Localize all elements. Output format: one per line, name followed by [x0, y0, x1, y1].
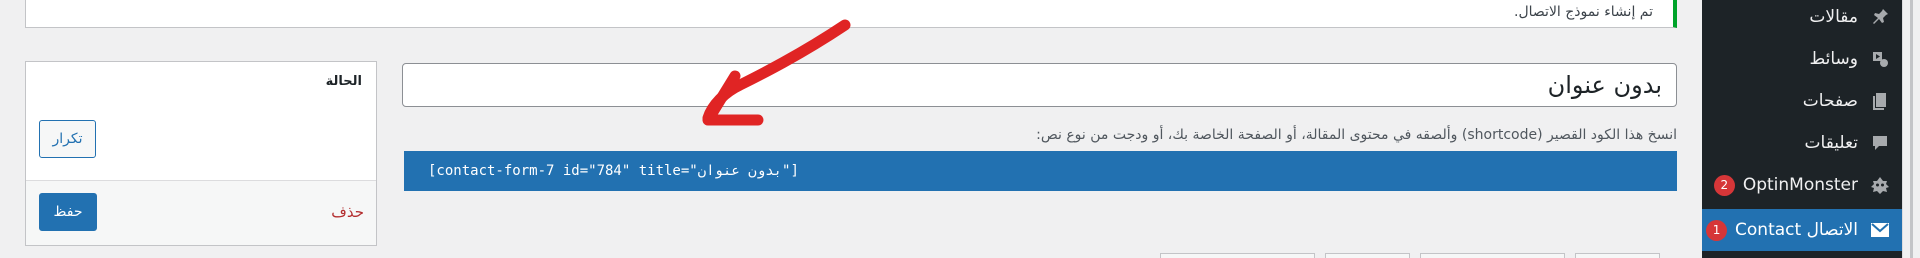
sidebar-item-pages[interactable]: صفحات: [1702, 80, 1902, 122]
sidebar-item-label: صفحات: [1802, 91, 1858, 111]
sidebar-item-contact[interactable]: الاتصال Contact 1: [1702, 209, 1902, 251]
comments-icon: [1858, 133, 1902, 153]
status-box-title: الحالة: [325, 74, 362, 89]
success-notice: تم إنشاء نموذج الاتصال.: [25, 0, 1677, 28]
sidebar-item-label: الاتصال Contact: [1735, 220, 1858, 240]
sidebar-item-media[interactable]: وسائط: [1702, 38, 1902, 80]
pages-icon: [1858, 91, 1902, 111]
sidebar-item-label: OptinMonster: [1742, 175, 1858, 195]
sidebar-item-posts[interactable]: مقالات: [1702, 0, 1902, 38]
shortcode-text: [contact-form-7 id="784" title="بدون عنو…: [428, 163, 799, 179]
notification-badge: 2: [1713, 174, 1735, 196]
shortcode-hint: انسخ هذا الكود القصير (shortcode) وألصقه…: [1036, 127, 1677, 143]
tab-stub[interactable]: [1420, 253, 1565, 258]
sidebar-item-label: مقالات: [1809, 7, 1858, 27]
status-box: الحالة تكرار حذف حفظ: [25, 61, 377, 246]
optinmonster-icon: [1858, 175, 1902, 195]
pin-icon: [1858, 7, 1902, 27]
status-actions: حذف حفظ: [26, 180, 376, 245]
tab-stub[interactable]: [1575, 253, 1660, 258]
mail-icon: [1858, 222, 1902, 238]
scrollbar-thumb[interactable]: [1910, 0, 1913, 258]
tab-stub[interactable]: [1325, 253, 1410, 258]
notice-text: تم إنشاء نموذج الاتصال.: [1514, 4, 1653, 20]
tab-stub[interactable]: [1160, 253, 1315, 258]
admin-sidebar: مقالات وسائط صفحات تعليقات OptinMonster: [1702, 0, 1902, 258]
sidebar-item-label: تعليقات: [1804, 133, 1858, 153]
shortcode-field[interactable]: [contact-form-7 id="784" title="بدون عنو…: [404, 151, 1677, 191]
duplicate-button[interactable]: تكرار: [39, 120, 96, 158]
sidebar-item-label: وسائط: [1809, 49, 1858, 69]
save-button[interactable]: حفظ: [39, 193, 97, 231]
sidebar-item-comments[interactable]: تعليقات: [1702, 122, 1902, 164]
sidebar-item-optinmonster[interactable]: OptinMonster 2: [1702, 164, 1902, 206]
notification-badge: 1: [1706, 219, 1728, 241]
media-icon: [1858, 49, 1902, 69]
delete-link[interactable]: حذف: [331, 203, 364, 221]
form-title-input[interactable]: [402, 63, 1677, 107]
admin-page: تم إنشاء نموذج الاتصال. انسخ هذا الكود ا…: [0, 0, 1920, 258]
